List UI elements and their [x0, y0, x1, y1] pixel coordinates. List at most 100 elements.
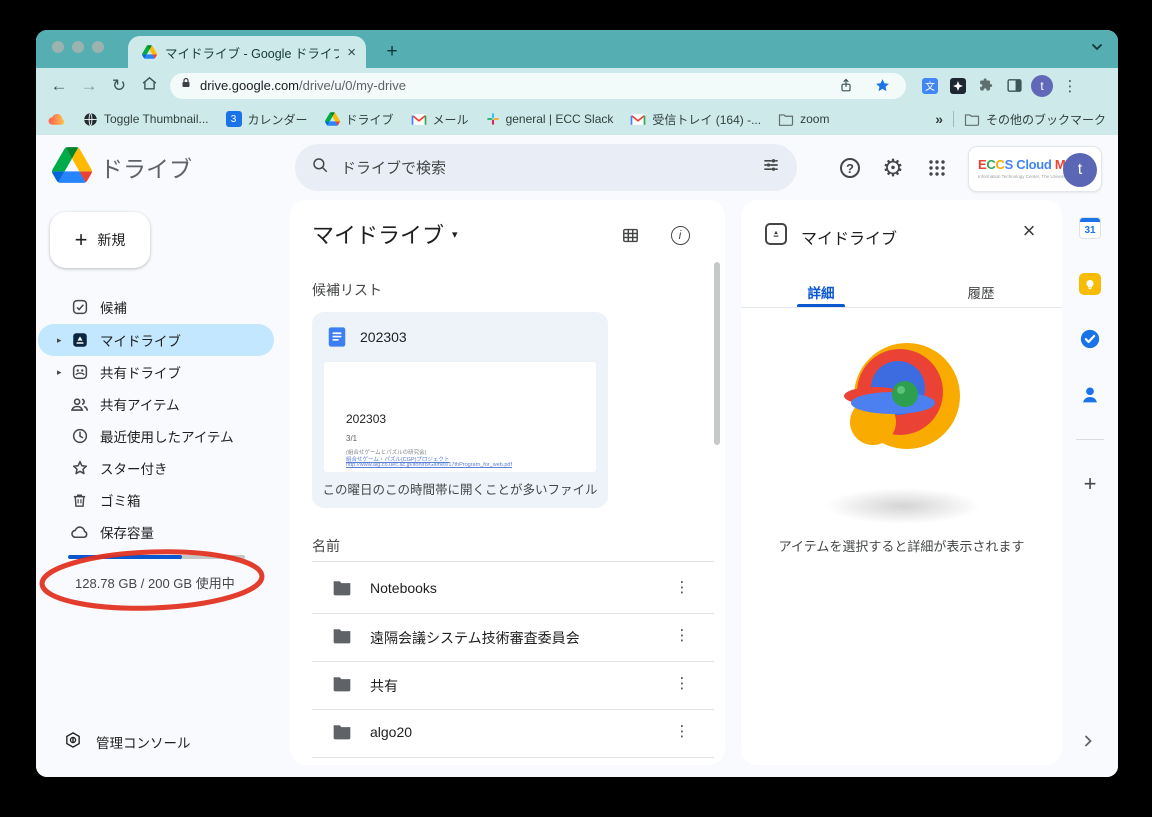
tabs-divider	[741, 307, 1062, 308]
drive-icon	[325, 112, 340, 126]
bookmark-slack[interactable]: general | ECC Slack	[486, 112, 614, 126]
translate-extension-icon[interactable]: 文	[916, 72, 944, 100]
address-bar[interactable]: drive.google.com/drive/u/0/my-drive	[170, 73, 906, 99]
help-icon[interactable]: ?	[830, 148, 870, 188]
apps-grid-icon[interactable]	[917, 148, 957, 188]
tab-close-icon[interactable]: ×	[347, 44, 356, 61]
side-panel-icon[interactable]	[1000, 72, 1028, 100]
bookmark-cloud[interactable]	[48, 113, 66, 126]
row-menu-icon[interactable]: ⋮	[672, 722, 692, 740]
keep-side-icon[interactable]	[1078, 272, 1102, 296]
people-icon	[70, 395, 89, 414]
drive-profile-avatar[interactable]: t	[1063, 153, 1097, 187]
bookmark-zoom-folder[interactable]: zoom	[778, 112, 829, 126]
suggested-list-label: 候補リスト	[312, 280, 382, 300]
search-placeholder: ドライブで検索	[341, 157, 749, 178]
forward-button[interactable]: →	[74, 76, 104, 96]
bookmark-drive[interactable]: ドライブ	[325, 111, 394, 128]
expand-caret-icon[interactable]: ▸	[57, 367, 62, 378]
admin-console-link[interactable]: 管理コンソール	[64, 731, 191, 752]
account-badge[interactable]: ECCS Cloud Mail Information Technology C…	[968, 146, 1102, 192]
expand-caret-icon[interactable]: ▸	[57, 335, 62, 346]
list-column-header[interactable]: 名前	[312, 536, 340, 556]
folder-row[interactable]: Notebooks ⋮	[290, 565, 725, 613]
grid-view-icon[interactable]	[617, 222, 643, 248]
new-button-label: 新規	[97, 230, 125, 250]
search-icon[interactable]	[311, 156, 329, 179]
storage-progress-fill	[68, 555, 182, 559]
cloud-icon	[49, 113, 64, 124]
drive-app: ドライブ ドライブで検索 ? ⚙ ECCS Cloud Mail Informa…	[36, 135, 1118, 777]
sidebar-item-my-drive[interactable]: ▸ マイドライブ	[38, 324, 274, 356]
dropdown-arrow-icon[interactable]: ▾	[452, 228, 458, 241]
details-close-icon[interactable]: ×	[1015, 218, 1043, 244]
drive-logo-icon[interactable]	[52, 147, 92, 188]
illustration-shadow	[825, 488, 981, 524]
storage-progress	[68, 555, 245, 559]
tasks-side-icon[interactable]	[1078, 327, 1102, 351]
share-icon[interactable]	[832, 72, 860, 100]
new-button[interactable]: +新規	[50, 212, 150, 268]
bookmark-inbox[interactable]: 受信トレイ (164) -...	[630, 111, 761, 128]
bookmark-toggle-thumbnail[interactable]: Toggle Thumbnail...	[83, 112, 209, 127]
row-menu-icon[interactable]: ⋮	[672, 626, 692, 644]
calendar-side-icon[interactable]: 31	[1078, 216, 1102, 240]
new-tab-button[interactable]: +	[380, 40, 404, 64]
bookmark-star-icon[interactable]	[868, 72, 896, 100]
suggested-file-card[interactable]: 202303 202303 3/1 (組合せゲームとパズルの研究会) 組合せゲー…	[312, 312, 608, 508]
other-bookmarks[interactable]: その他のブックマーク	[964, 111, 1106, 128]
contacts-side-icon[interactable]	[1078, 383, 1102, 407]
preview-title: 202303	[346, 412, 386, 426]
home-button[interactable]	[134, 75, 164, 97]
tab-history[interactable]: 履歴	[901, 282, 1061, 302]
extension-dark-icon[interactable]	[944, 72, 972, 100]
sidebar-item-suggested[interactable]: 候補	[38, 291, 274, 323]
minimize-window-button[interactable]	[72, 41, 84, 53]
folder-icon	[332, 627, 352, 649]
info-icon[interactable]: i	[667, 222, 693, 248]
calendar-icon: 3	[226, 111, 242, 127]
browser-tab[interactable]: マイドライブ - Google ドライブ ×	[128, 36, 366, 68]
sidebar-item-shared-drives[interactable]: ▸ 共有ドライブ	[38, 356, 274, 388]
sidebar-item-recent[interactable]: 最近使用したアイテム	[38, 420, 274, 452]
sidebar-item-storage[interactable]: 保存容量	[38, 516, 274, 548]
folder-row[interactable]: 遠隔会議システム技術審査委員会 ⋮	[290, 613, 725, 661]
expand-panel-chevron-icon[interactable]	[1080, 733, 1096, 754]
profile-avatar[interactable]: t	[1028, 72, 1056, 100]
back-button[interactable]: ←	[44, 76, 74, 96]
chrome-menu-icon[interactable]: ⋮	[1056, 72, 1084, 100]
url-text[interactable]: drive.google.com/drive/u/0/my-drive	[200, 78, 824, 93]
row-menu-icon[interactable]: ⋮	[672, 578, 692, 596]
scrollbar-thumb[interactable]	[714, 262, 720, 445]
traffic-lights[interactable]	[52, 41, 104, 53]
view-title[interactable]: マイドライブ▾	[312, 218, 458, 250]
sidebar-item-shared-with-me[interactable]: 共有アイテム	[38, 388, 274, 420]
zoom-window-button[interactable]	[92, 41, 104, 53]
search-options-icon[interactable]	[761, 155, 781, 180]
search-input[interactable]: ドライブで検索	[295, 144, 797, 191]
extensions-puzzle-icon[interactable]	[972, 72, 1000, 100]
bookmark-calendar[interactable]: 3カレンダー	[226, 111, 308, 128]
settings-gear-icon[interactable]: ⚙	[873, 148, 913, 188]
bookmark-mail[interactable]: メール	[411, 111, 469, 128]
browser-window: マイドライブ - Google ドライブ × + ← → ↻ drive.goo…	[36, 30, 1118, 777]
url-domain: drive.google.com	[200, 78, 299, 93]
close-window-button[interactable]	[52, 41, 64, 53]
folder-row[interactable]: 共有 ⋮	[290, 661, 725, 709]
folder-row[interactable]: algo20 ⋮	[290, 709, 725, 757]
row-divider	[312, 561, 714, 562]
reload-button[interactable]: ↻	[104, 76, 134, 96]
admin-console-label: 管理コンソール	[96, 732, 191, 752]
globe-icon	[83, 112, 98, 127]
suggestion-caption: この曜日のこの時間帯に開くことが多いファイル	[312, 479, 608, 498]
add-side-app-icon[interactable]: +	[1078, 472, 1102, 496]
sidebar-item-trash[interactable]: ゴミ箱	[38, 484, 274, 516]
tab-search-chevron-icon[interactable]	[1090, 40, 1104, 59]
row-menu-icon[interactable]: ⋮	[672, 674, 692, 692]
bookmarks-overflow-icon[interactable]: »	[935, 111, 943, 127]
sidebar-item-starred[interactable]: スター付き	[38, 452, 274, 484]
tab-details[interactable]: 詳細	[741, 282, 901, 302]
slack-icon	[486, 112, 500, 126]
preview-date: 3/1	[346, 434, 357, 443]
lock-icon[interactable]	[180, 76, 192, 95]
